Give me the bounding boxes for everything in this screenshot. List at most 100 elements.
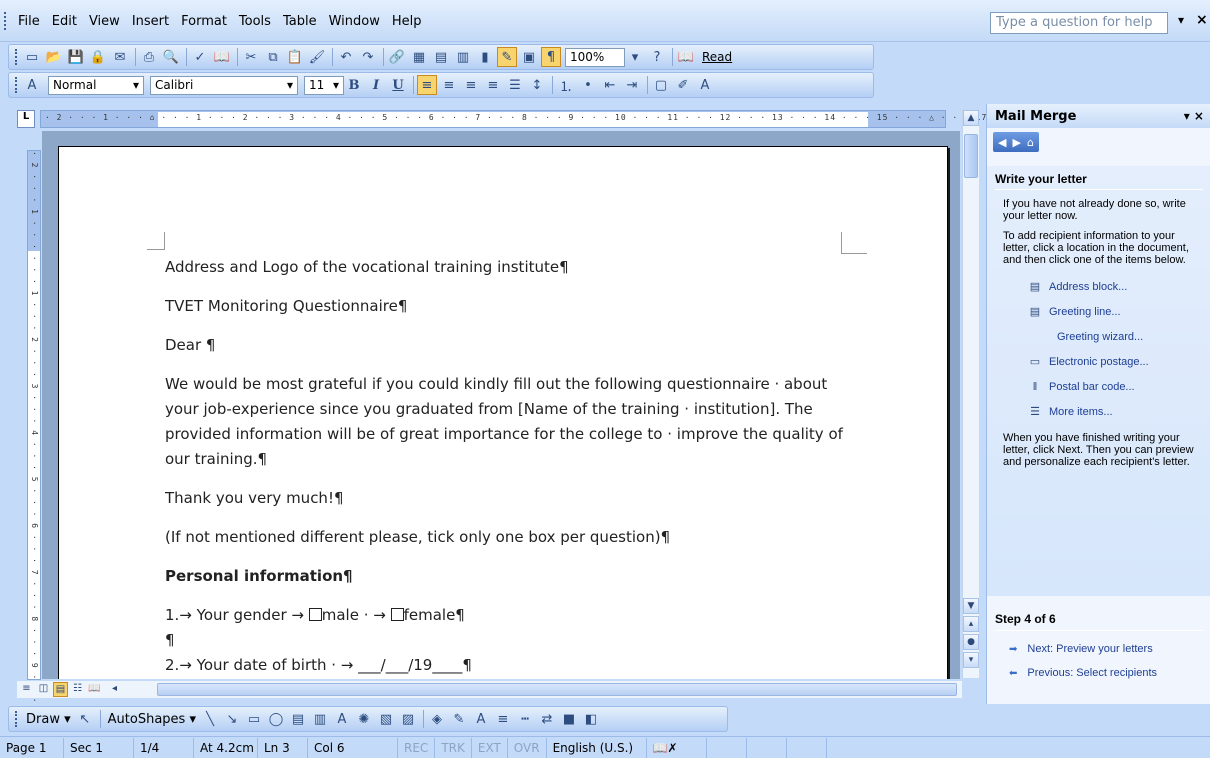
- scroll-down-icon[interactable]: ▼: [963, 598, 979, 614]
- menu-file[interactable]: File: [12, 14, 46, 29]
- align-center-icon[interactable]: ≡: [439, 75, 459, 95]
- oval-icon[interactable]: ◯: [266, 709, 286, 729]
- outline-view-icon[interactable]: ☷: [70, 682, 85, 697]
- clip-art-icon[interactable]: ▧: [376, 709, 396, 729]
- menu-view[interactable]: View: [83, 14, 126, 29]
- print-layout-icon[interactable]: ▤: [53, 682, 68, 697]
- status-ext[interactable]: EXT: [472, 737, 508, 758]
- permission-icon[interactable]: 🔒: [88, 47, 108, 67]
- back-icon[interactable]: ◀: [998, 136, 1006, 149]
- normal-view-icon[interactable]: ≡: [19, 682, 34, 697]
- new-document-icon[interactable]: ▭: [22, 47, 42, 67]
- font-color-icon[interactable]: A: [471, 709, 491, 729]
- hyperlink-icon[interactable]: 🔗: [387, 47, 407, 67]
- highlight-icon[interactable]: ✐: [673, 75, 693, 95]
- spelling-icon[interactable]: ✓: [190, 47, 210, 67]
- vertical-scrollbar[interactable]: ▲ ▼ ▴ ● ▾: [962, 110, 979, 678]
- zoom-select[interactable]: 100%: [565, 47, 625, 67]
- home-icon[interactable]: ⌂: [1027, 136, 1034, 149]
- text-box-icon[interactable]: ▤: [288, 709, 308, 729]
- greeting-line-link[interactable]: ▤ Greeting line...: [995, 299, 1203, 324]
- diagram-icon[interactable]: ✺: [354, 709, 374, 729]
- menu-edit[interactable]: Edit: [46, 14, 83, 29]
- redo-icon[interactable]: ↷: [358, 47, 378, 67]
- email-icon[interactable]: ✉: [110, 47, 130, 67]
- web-layout-icon[interactable]: ◫: [36, 682, 51, 697]
- document-body[interactable]: Address and Logo of the vocational train…: [165, 255, 855, 679]
- save-icon[interactable]: 💾: [66, 47, 86, 67]
- decrease-indent-icon[interactable]: ⇤: [600, 75, 620, 95]
- menu-format[interactable]: Format: [175, 14, 233, 29]
- toolbar-grip[interactable]: [15, 49, 18, 65]
- line-icon[interactable]: ╲: [200, 709, 220, 729]
- tables-borders-icon[interactable]: ▦: [409, 47, 429, 67]
- italic-button[interactable]: I: [366, 75, 386, 95]
- read-button[interactable]: Read: [698, 50, 736, 64]
- bold-button[interactable]: B: [344, 75, 364, 95]
- electronic-postage-link[interactable]: ▭ Electronic postage...: [995, 349, 1203, 374]
- rectangle-icon[interactable]: ▭: [244, 709, 264, 729]
- menu-tools[interactable]: Tools: [233, 14, 277, 29]
- female-checkbox[interactable]: [390, 608, 404, 621]
- previous-step-link[interactable]: ⬅ Previous: Select recipients: [995, 661, 1203, 685]
- help-icon[interactable]: ?: [647, 47, 667, 67]
- horizontal-scroll-thumb[interactable]: [157, 683, 957, 696]
- close-document-icon[interactable]: ×: [1196, 12, 1208, 28]
- spelling-status-icon[interactable]: 📖✗: [647, 737, 707, 758]
- justify-icon[interactable]: ≡: [483, 75, 503, 95]
- dash-style-icon[interactable]: ┅: [515, 709, 535, 729]
- next-step-link[interactable]: ➡ Next: Preview your letters: [995, 637, 1203, 661]
- insert-table-icon[interactable]: ▤: [431, 47, 451, 67]
- font-select[interactable]: Calibri ▾: [150, 75, 298, 95]
- status-rec[interactable]: REC: [398, 737, 436, 758]
- increase-indent-icon[interactable]: ⇥: [622, 75, 642, 95]
- line-style-icon[interactable]: ≡: [493, 709, 513, 729]
- print-preview-icon[interactable]: 🔍: [161, 47, 181, 67]
- research-icon[interactable]: 📖: [212, 47, 232, 67]
- select-browse-object-icon[interactable]: ●: [963, 634, 979, 650]
- line-color-icon[interactable]: ✎: [449, 709, 469, 729]
- greeting-wizard-link[interactable]: Greeting wizard...: [995, 324, 1203, 349]
- toolbar-grip[interactable]: [15, 711, 18, 727]
- pane-controls[interactable]: ▾ ×: [1184, 109, 1204, 123]
- forward-icon[interactable]: ▶: [1012, 136, 1020, 149]
- vertical-ruler[interactable]: · 2 · · · 1 · · · · · · 1 · · · 2 · · · …: [27, 150, 41, 721]
- insert-excel-icon[interactable]: ▥: [453, 47, 473, 67]
- copy-icon[interactable]: ⧉: [263, 47, 283, 67]
- wordart-icon[interactable]: A: [332, 709, 352, 729]
- underline-button[interactable]: U: [388, 75, 408, 95]
- scroll-left-icon[interactable]: ◂: [107, 682, 122, 697]
- font-size-select[interactable]: 11 ▾: [304, 75, 344, 95]
- align-left-icon[interactable]: ≡: [417, 75, 437, 95]
- menu-window[interactable]: Window: [323, 14, 386, 29]
- line-spacing-icon[interactable]: ↕: [527, 75, 547, 95]
- reading-layout-icon[interactable]: 📖: [87, 682, 102, 697]
- print-icon[interactable]: ⎙: [139, 47, 159, 67]
- bullets-icon[interactable]: •: [578, 75, 598, 95]
- menu-insert[interactable]: Insert: [126, 14, 175, 29]
- status-trk[interactable]: TRK: [435, 737, 472, 758]
- undo-icon[interactable]: ↶: [336, 47, 356, 67]
- distributed-icon[interactable]: ☰: [505, 75, 525, 95]
- show-hide-icon[interactable]: ¶: [541, 47, 561, 67]
- previous-page-icon[interactable]: ▴: [963, 616, 979, 632]
- male-checkbox[interactable]: [308, 608, 322, 621]
- zoom-dropdown-icon[interactable]: ▾: [625, 47, 645, 67]
- autoshapes-menu-button[interactable]: AutoShapes ▾: [104, 712, 200, 727]
- styles-formatting-icon[interactable]: A: [22, 75, 42, 95]
- 3d-style-icon[interactable]: ◧: [581, 709, 601, 729]
- arrow-icon[interactable]: ↘: [222, 709, 242, 729]
- horizontal-ruler[interactable]: · 2 · · · 1 · · · ⌂ · · · 1 · · · 2 · · …: [40, 110, 1050, 128]
- picture-icon[interactable]: ▨: [398, 709, 418, 729]
- document-map-icon[interactable]: ▣: [519, 47, 539, 67]
- vertical-text-box-icon[interactable]: ▥: [310, 709, 330, 729]
- align-right-icon[interactable]: ≡: [461, 75, 481, 95]
- select-objects-icon[interactable]: ↖: [75, 709, 95, 729]
- menu-help[interactable]: Help: [386, 14, 428, 29]
- fill-color-icon[interactable]: ◈: [427, 709, 447, 729]
- font-color-icon[interactable]: A: [695, 75, 715, 95]
- arrow-style-icon[interactable]: ⇄: [537, 709, 557, 729]
- draw-menu-button[interactable]: Draw ▾: [22, 712, 75, 727]
- paste-icon[interactable]: 📋: [285, 47, 305, 67]
- scroll-thumb[interactable]: [964, 134, 978, 178]
